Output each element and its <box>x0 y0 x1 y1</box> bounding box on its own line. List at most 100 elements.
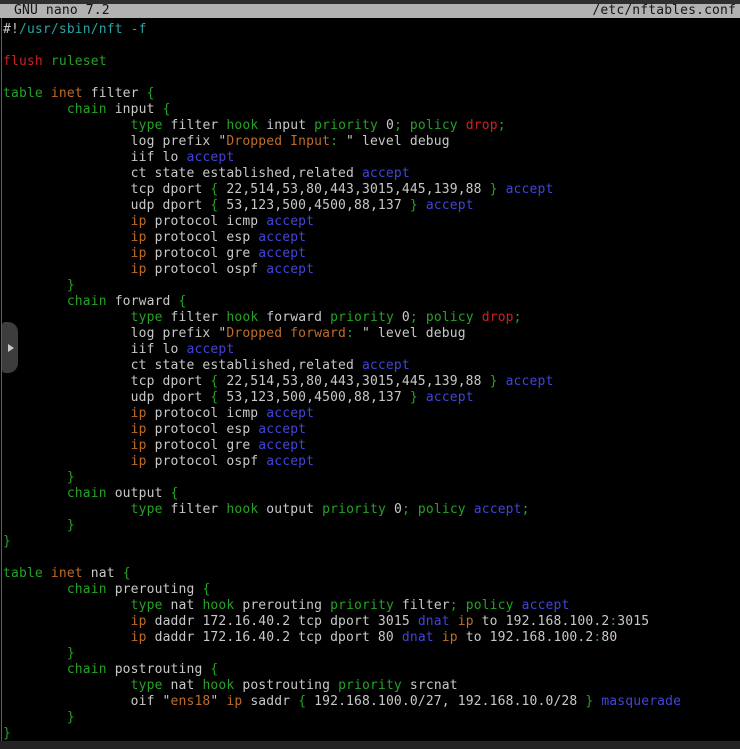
code-token <box>3 246 131 261</box>
code-token: log prefix " <box>3 326 226 341</box>
code-token: accept <box>186 150 234 165</box>
code-token <box>3 582 67 597</box>
code-line <box>3 70 740 86</box>
code-token: type <box>131 502 163 517</box>
code-token <box>458 118 466 133</box>
code-token: accept <box>506 374 554 389</box>
code-token: drop <box>466 118 498 133</box>
code-line <box>3 550 740 566</box>
code-token: ct state established,related <box>3 358 362 373</box>
code-token: priority <box>322 502 386 517</box>
editor-area[interactable]: #!/usr/sbin/nft -fflush rulesettable ine… <box>0 18 740 742</box>
code-token <box>3 102 67 117</box>
code-token: ip <box>131 422 147 437</box>
code-token: chain <box>67 486 107 501</box>
code-token: dnat <box>402 630 434 645</box>
code-token: accept <box>266 262 314 277</box>
code-token: ; <box>522 502 530 517</box>
code-token: } <box>410 198 418 213</box>
code-token: /usr/sbin/nft -f <box>19 22 147 37</box>
code-token <box>3 518 67 533</box>
code-token: { <box>298 694 306 709</box>
code-token <box>3 422 131 437</box>
code-token: udp dport <box>3 198 210 213</box>
code-token <box>3 678 131 693</box>
code-token <box>3 502 131 517</box>
code-token: ; <box>394 118 402 133</box>
code-line: ip protocol gre accept <box>3 438 740 454</box>
code-token: ; <box>514 310 522 325</box>
code-token <box>466 502 474 517</box>
code-token <box>514 598 522 613</box>
code-line: tcp dport { 22,514,53,80,443,3015,445,13… <box>3 182 740 198</box>
code-line: } <box>3 470 740 486</box>
code-token: filter <box>163 310 227 325</box>
code-line: oif "ens18" ip saddr { 192.168.100.0/27,… <box>3 694 740 710</box>
code-line: } <box>3 518 740 534</box>
code-line: table inet filter { <box>3 86 740 102</box>
code-line: } <box>3 726 740 742</box>
code-token: priority <box>314 118 378 133</box>
code-token <box>3 230 131 245</box>
code-token <box>3 294 67 309</box>
code-token: log prefix " <box>3 134 226 149</box>
code-token: ip <box>131 406 147 421</box>
code-token: 22,514,53,80,443,3015,445,139,88 <box>218 374 489 389</box>
code-token: nat <box>163 678 203 693</box>
code-token: accept <box>522 598 570 613</box>
code-token: ct state established,related <box>3 166 362 181</box>
code-token: } <box>3 534 11 549</box>
code-line: tcp dport { 22,514,53,80,443,3015,445,13… <box>3 374 740 390</box>
code-token: daddr 172.16.40.2 tcp dport 80 <box>147 630 402 645</box>
code-token: ip <box>458 614 474 629</box>
code-token: " <box>210 694 226 709</box>
code-token: postrouting <box>107 662 211 677</box>
code-token: { <box>171 486 179 501</box>
code-token: hook <box>202 598 234 613</box>
sidebar-handle[interactable] <box>2 322 18 373</box>
code-token: ruleset <box>51 54 107 69</box>
code-token: table <box>3 566 43 581</box>
code-token: 0 <box>386 502 402 517</box>
code-token <box>3 662 67 677</box>
code-line: } <box>3 278 740 294</box>
code-token: } <box>67 470 75 485</box>
code-token: policy <box>418 502 466 517</box>
code-token: daddr 172.16.40.2 tcp dport 3015 <box>147 614 418 629</box>
code-token: } <box>410 390 418 405</box>
code-token: filter <box>163 118 227 133</box>
code-line: type nat hook prerouting priority filter… <box>3 598 740 614</box>
code-token: " level debug <box>338 134 450 149</box>
code-token: accept <box>258 246 306 261</box>
code-token: nat <box>83 566 123 581</box>
code-token: { <box>210 662 218 677</box>
code-token: : <box>346 326 354 341</box>
code-token: ip <box>131 454 147 469</box>
code-token <box>418 198 426 213</box>
code-token: protocol ospf <box>147 262 267 277</box>
code-token: accept <box>266 406 314 421</box>
code-token <box>3 454 131 469</box>
code-line: ip protocol ospf accept <box>3 454 740 470</box>
code-line: ip protocol icmp accept <box>3 214 740 230</box>
code-line: type filter hook input priority 0; polic… <box>3 118 740 134</box>
code-token: type <box>131 118 163 133</box>
code-token: } <box>67 710 75 725</box>
code-token: type <box>131 310 163 325</box>
code-token: { <box>202 582 210 597</box>
code-line: chain postrouting { <box>3 662 740 678</box>
code-token: oif " <box>3 694 171 709</box>
code-token: protocol ospf <box>147 454 267 469</box>
code-token <box>3 278 67 293</box>
code-token: protocol gre <box>147 438 259 453</box>
code-line: chain prerouting { <box>3 582 740 598</box>
code-token: 3015 <box>617 614 649 629</box>
code-token <box>474 310 482 325</box>
code-token <box>3 598 131 613</box>
code-token: protocol gre <box>147 246 259 261</box>
code-token <box>3 406 131 421</box>
code-token: policy <box>426 310 474 325</box>
code-line: ip daddr 172.16.40.2 tcp dport 80 dnat i… <box>3 630 740 646</box>
code-token: drop <box>482 310 514 325</box>
code-token <box>3 438 131 453</box>
